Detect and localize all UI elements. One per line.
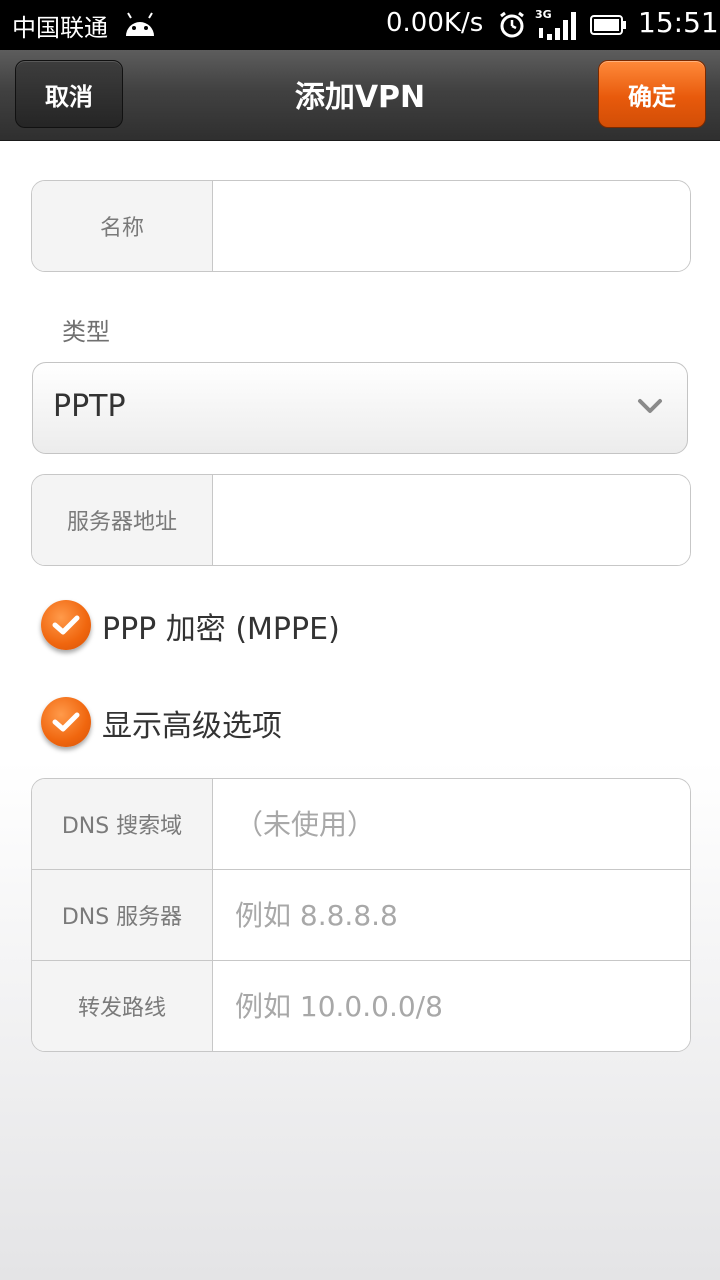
checkmark-icon <box>52 712 80 732</box>
network-speed: 0.00K/s <box>386 8 484 38</box>
show-advanced-label[interactable]: 显示高级选项 <box>102 701 282 745</box>
chevron-down-icon <box>638 399 662 413</box>
dns-servers-input[interactable] <box>213 870 690 960</box>
dns-search-input[interactable] <box>213 779 690 869</box>
checkmark-icon <box>52 615 80 635</box>
dns-search-label: DNS 搜索域 <box>32 779 213 869</box>
name-input[interactable] <box>213 181 690 271</box>
vpn-type-value: PPTP <box>53 389 126 424</box>
server-field-group: 服务器地址 <box>31 474 691 566</box>
name-field-group: 名称 <box>31 180 691 272</box>
show-advanced-checkbox[interactable] <box>41 697 91 747</box>
dns-servers-label: DNS 服务器 <box>32 870 213 960</box>
name-label: 名称 <box>32 181 213 271</box>
ppp-encryption-checkbox[interactable] <box>41 600 91 650</box>
alarm-icon <box>500 11 524 38</box>
status-bar: 中国联通 0.00K/s 3G 15:51 <box>0 0 720 50</box>
page-title: 添加VPN <box>294 80 426 115</box>
clock: 15:51 <box>638 6 719 39</box>
android-icon <box>126 12 154 36</box>
routes-label: 转发路线 <box>32 961 213 1051</box>
cancel-button[interactable]: 取消 <box>15 60 123 128</box>
server-input[interactable] <box>213 475 690 565</box>
battery-icon <box>590 15 626 35</box>
title-bar: 取消 添加VPN 确定 <box>0 50 720 141</box>
type-label: 类型 <box>62 318 110 346</box>
confirm-button[interactable]: 确定 <box>598 60 706 128</box>
signal-icon: 3G <box>535 8 579 42</box>
vpn-type-select[interactable]: PPTP <box>32 362 688 454</box>
carrier-name: 中国联通 <box>12 14 108 42</box>
advanced-options-group: DNS 搜索域 DNS 服务器 转发路线 <box>31 778 691 1052</box>
routes-input[interactable] <box>213 961 690 1051</box>
ppp-encryption-label[interactable]: PPP 加密 (MPPE) <box>102 604 340 648</box>
server-label: 服务器地址 <box>32 475 213 565</box>
